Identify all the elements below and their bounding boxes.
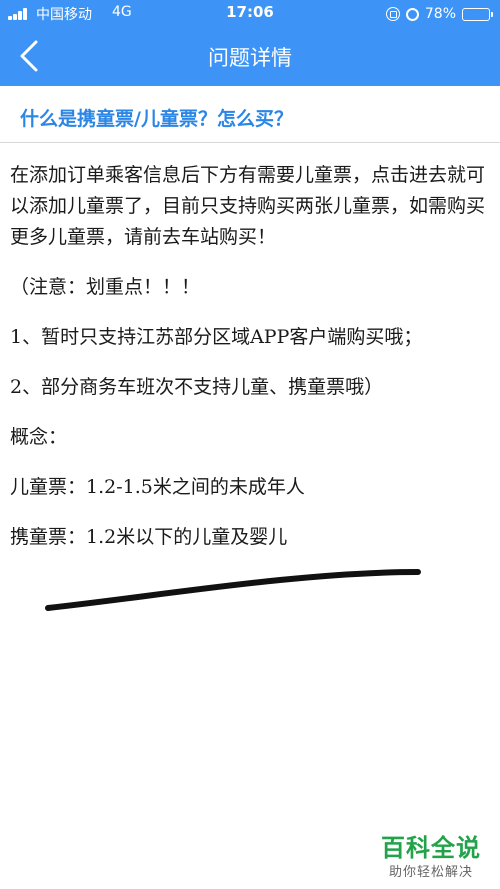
watermark-title: 百科全说 bbox=[381, 834, 481, 862]
answer-paragraph: 携童票：1.2米以下的儿童及婴儿 bbox=[10, 526, 288, 548]
answer-paragraph: （注意：划重点！！！ bbox=[10, 276, 201, 298]
battery-percent: 78% bbox=[424, 6, 456, 22]
watermark: 百科全说 助你轻松解决 bbox=[376, 828, 486, 880]
divider bbox=[0, 142, 500, 143]
rotation-lock-icon bbox=[385, 7, 400, 21]
nav-bar: 中国移动 4G 17:06 78% 问题详情 bbox=[0, 0, 500, 86]
answer-paragraph: 在添加订单乘客信息后下方有需要儿童票，点击进去就可以添加儿童票了，目前只支持购买… bbox=[10, 164, 486, 248]
alarm-icon bbox=[405, 7, 419, 21]
answer-paragraph: 1、暂时只支持江苏部分区域APP客户端购买哦； bbox=[10, 326, 423, 348]
watermark-subtitle: 助你轻松解决 bbox=[388, 865, 473, 880]
question-title: 什么是携童票/儿童票？怎么买？ bbox=[20, 108, 293, 130]
status-bar: 中国移动 4G 17:06 78% bbox=[0, 0, 500, 28]
answer-paragraph: 概念： bbox=[10, 426, 68, 448]
answer-paragraph: 儿童票：1.2-1.5米之间的未成年人 bbox=[10, 476, 305, 498]
answer-content: 在添加订单乘客信息后下方有需要儿童票，点击进去就可以添加儿童票了，目前只支持购买… bbox=[10, 160, 494, 572]
status-right: 78% bbox=[385, 4, 493, 24]
answer-paragraph: 2、部分商务车班次不支持儿童、携童票哦） bbox=[10, 376, 384, 398]
hand-drawn-underline bbox=[45, 569, 421, 611]
page-title: 问题详情 bbox=[208, 46, 292, 70]
battery-icon bbox=[462, 7, 493, 21]
